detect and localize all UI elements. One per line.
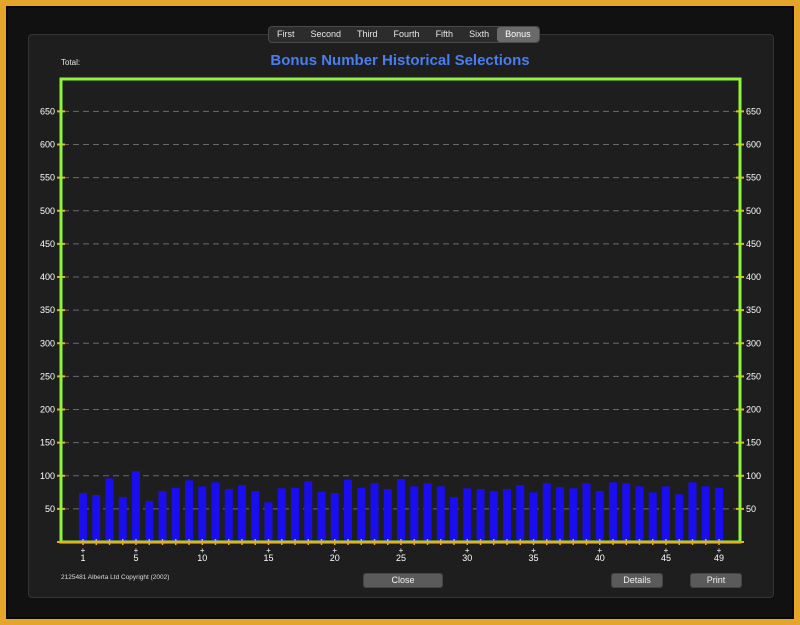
bar [701,486,710,542]
bar [251,490,260,542]
bar [529,492,538,542]
x-tick-label: 15 [263,553,273,563]
bar [556,487,564,542]
details-button[interactable]: Details [611,573,663,588]
bar [423,483,432,542]
y-tick-label-right: 500 [746,206,761,216]
y-tick-label-left: 600 [40,140,55,150]
print-button[interactable]: Print [690,573,742,588]
bar [330,492,339,542]
close-button[interactable]: Close [363,573,443,588]
tab-fifth[interactable]: Fifth [428,27,462,42]
bar [357,487,366,542]
bar [503,489,511,542]
bar [132,471,140,542]
bar [198,486,207,542]
x-tick-label: 30 [462,553,472,563]
tab-first[interactable]: First [269,27,303,42]
y-tick-label-left: 350 [40,305,55,315]
bar [185,480,193,542]
bar [118,496,127,542]
x-tick-label: 1 [80,553,85,563]
y-tick-label-right: 450 [746,239,761,249]
bar [436,486,445,542]
bar [171,487,180,542]
y-tick-label-left: 150 [40,438,55,448]
bar [688,482,697,542]
y-tick-label-right: 650 [746,106,761,116]
y-tick-label-right: 200 [746,405,761,415]
y-tick-label-right: 100 [746,471,761,481]
tab-bonus[interactable]: Bonus [497,27,539,42]
bar [211,482,220,542]
y-tick-label-left: 450 [40,239,55,249]
x-tick-label: 10 [197,553,207,563]
y-tick-label-left: 500 [40,206,55,216]
copyright-text: 2125481 Alberta Ltd Copyright (2002) [61,574,170,581]
bar [79,492,87,542]
bar [105,478,114,542]
bar [370,483,379,542]
y-tick-label-right: 250 [746,371,761,381]
tab-third[interactable]: Third [349,27,386,42]
y-tick-label-left: 50 [45,504,55,514]
y-tick-label-right: 50 [746,504,756,514]
bar-chart: 50 50 100 100 150 150 200 200 250 250 300 300 350 350… [40,77,761,563]
bar [238,485,246,542]
bar [450,496,458,542]
tab-bar: First Second Third Fourth Fifth Sixth Bo… [268,26,540,43]
bar [145,500,154,542]
y-tick-label-left: 650 [40,106,55,116]
bar [542,483,551,542]
bar [264,502,273,542]
bar [291,487,299,542]
bar [662,486,670,542]
y-tick-label-left: 200 [40,405,55,415]
y-tick-label-right: 400 [746,272,761,282]
bar [344,479,352,542]
bar [463,488,472,542]
bar [622,483,631,542]
x-tick-label: 25 [396,553,406,563]
x-tick-label: 35 [528,553,538,563]
bar [383,489,392,542]
bar [635,486,644,542]
bar [569,488,578,542]
bar [489,490,498,542]
x-tick-label: 49 [714,553,724,563]
bar [317,491,326,542]
y-tick-label-left: 300 [40,338,55,348]
bar [648,492,657,542]
tab-sixth[interactable]: Sixth [461,27,497,42]
y-tick-label-right: 550 [746,173,761,183]
bar [224,489,233,542]
bar [609,482,617,542]
x-tick-label: 5 [133,553,138,563]
y-tick-label-right: 300 [746,338,761,348]
y-tick-label-right: 350 [746,305,761,315]
bar [476,489,485,542]
bar [516,485,525,542]
bar [715,487,723,542]
y-tick-label-right: 600 [746,140,761,150]
bar [582,483,591,542]
bar [595,490,604,542]
bar [397,479,405,542]
bar [410,486,419,542]
tab-fourth[interactable]: Fourth [386,27,428,42]
y-tick-label-left: 550 [40,173,55,183]
x-tick-label: 45 [661,553,671,563]
y-tick-label-right: 150 [746,438,761,448]
y-tick-label-left: 400 [40,272,55,282]
y-tick-label-left: 250 [40,371,55,381]
x-tick-label: 20 [330,553,340,563]
tab-second[interactable]: Second [303,27,350,42]
x-tick-label: 40 [595,553,605,563]
bar [92,494,101,542]
bar [277,488,286,542]
y-tick-label-left: 100 [40,471,55,481]
bar [158,490,167,542]
bar [675,494,684,542]
bar [304,481,313,542]
